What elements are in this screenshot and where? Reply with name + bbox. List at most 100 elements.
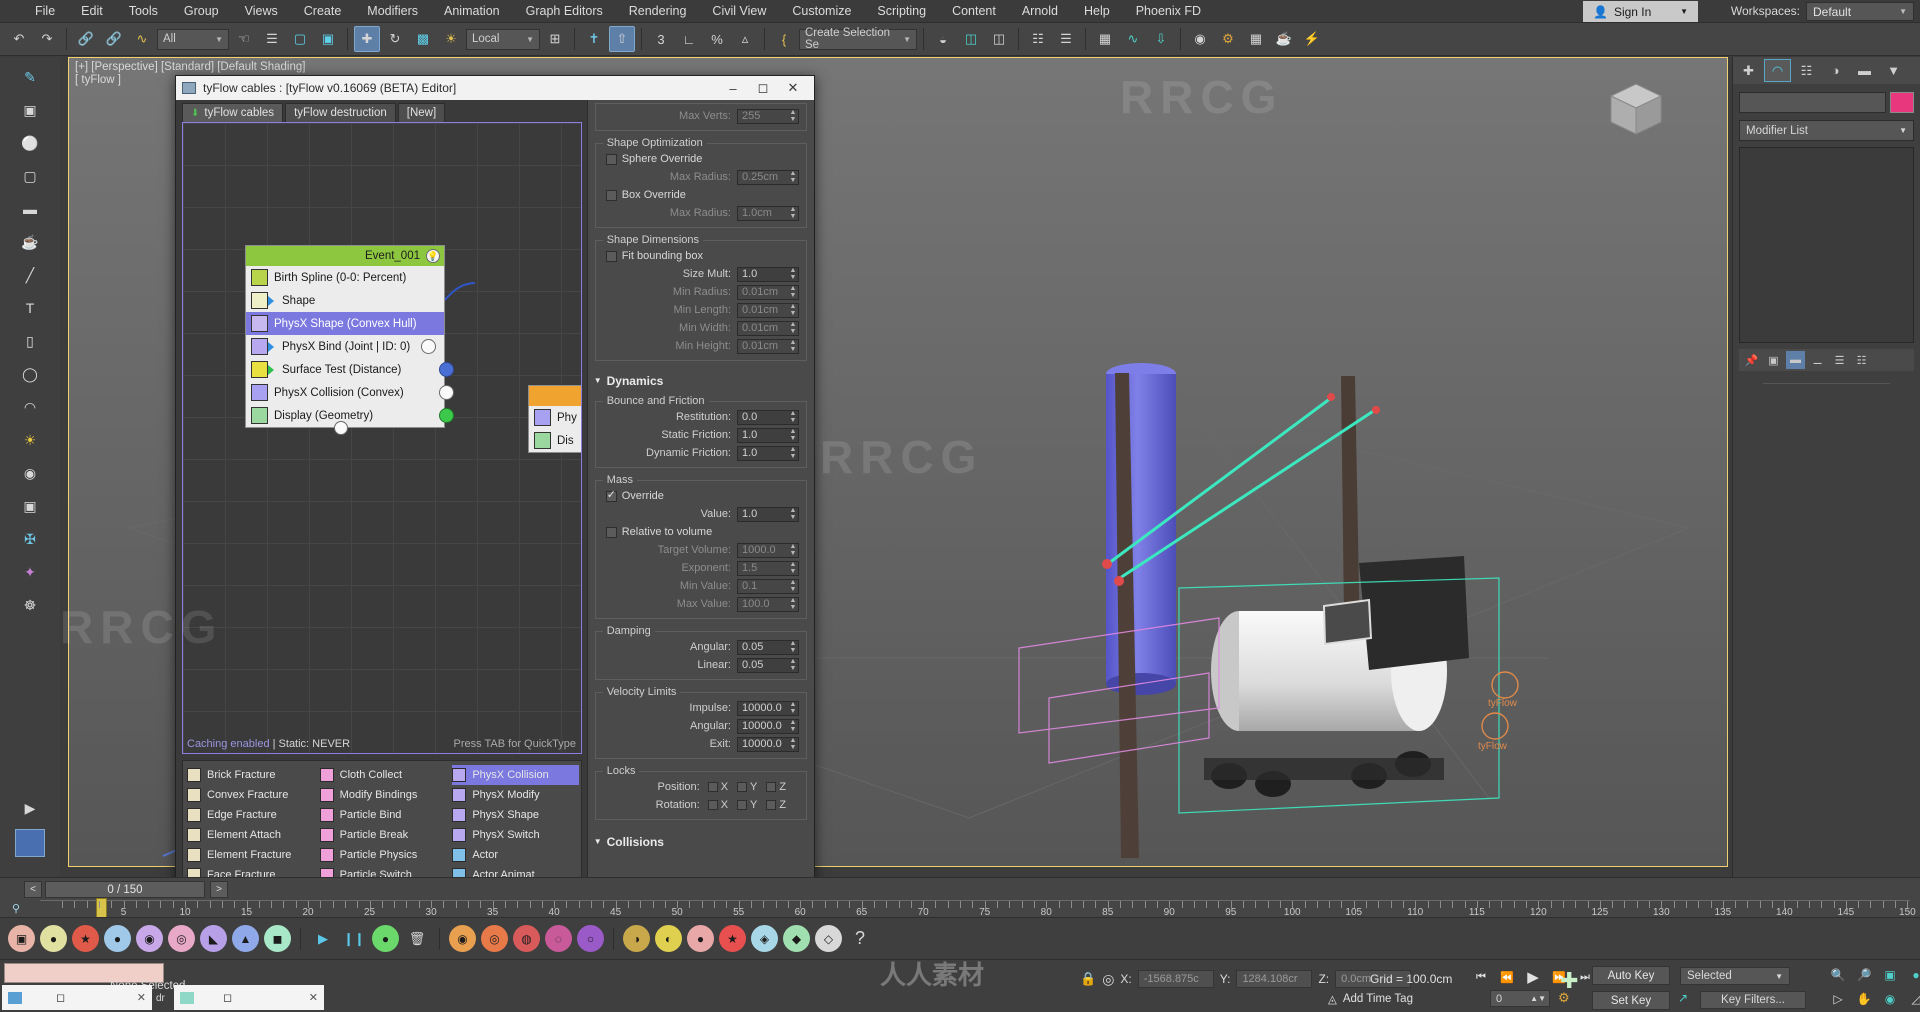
op-physx-collision[interactable]: PhysX Collision <box>452 765 580 785</box>
rect-select-region-icon[interactable]: ▢ <box>287 26 313 52</box>
tool-icon-8[interactable]: ▲ <box>232 925 259 952</box>
operator-shape[interactable]: Shape <box>246 289 444 312</box>
row-min-radius[interactable]: Min Radius: 0.01cm ▲ ▼ <box>596 283 806 301</box>
op-physx-shape[interactable]: PhysX Shape <box>452 805 579 825</box>
select-and-manipulate-icon[interactable]: ⇧ <box>609 26 635 52</box>
spinner-arrows-icon[interactable]: ▲▼ <box>789 446 798 460</box>
row-box-override[interactable]: Box Override <box>596 186 806 204</box>
param-spinner[interactable]: 1.0 ▲ ▼ <box>737 445 799 461</box>
op-element-fracture[interactable]: Element Fracture <box>187 845 314 865</box>
spinner-arrows-icon[interactable]: ▲▼ <box>789 339 798 353</box>
op-actor[interactable]: Actor <box>452 845 579 865</box>
tyflow-editor-window[interactable]: tyFlow cables : [tyFlow v0.16069 (BETA) … <box>175 75 815 955</box>
row-impulse[interactable]: Impulse: 10000.0 ▲ ▼ <box>596 699 806 717</box>
event-node-001[interactable]: Event_001 💡 Birth Spline (0-0: Percent) … <box>245 245 454 435</box>
prev-frame-icon[interactable]: ⏪ <box>1496 968 1518 986</box>
lock-rotation-z[interactable]: Z <box>766 799 786 811</box>
box-override-checkbox[interactable] <box>605 189 617 201</box>
tool-icon-5[interactable]: ◉ <box>136 925 163 952</box>
op-physx-modify[interactable]: PhysX Modify <box>452 785 579 805</box>
tyflow-node-graph[interactable]: Event_001 💡 Birth Spline (0-0: Percent) … <box>182 122 582 754</box>
param-spinner[interactable]: 0.01cm ▲ ▼ <box>737 284 799 300</box>
row-mass-value[interactable]: Value: 1.0 ▲ ▼ <box>596 505 806 523</box>
restore-icon[interactable]: ◻ <box>223 991 232 1004</box>
rollout-collisions-header[interactable]: ▼ Collisions <box>587 832 814 851</box>
named-selection-set-combo[interactable]: Create Selection Se ▼ <box>799 27 917 51</box>
spinner-arrows-icon[interactable]: ▲▼ <box>789 267 798 281</box>
create-sphere-icon[interactable]: ⚪ <box>17 131 43 155</box>
key-mode-combo[interactable]: Selected ▼ <box>1680 967 1790 985</box>
object-paint-icon[interactable]: ✎ <box>17 65 43 89</box>
light-target-icon[interactable]: ◉ <box>17 461 43 485</box>
zoom-icon[interactable]: 🔍 <box>1826 964 1850 986</box>
output-port[interactable] <box>439 362 454 377</box>
tyflow-title-bar[interactable]: tyFlow cables : [tyFlow v0.16069 (BETA) … <box>176 76 814 100</box>
spinner-arrows-icon[interactable]: ▲▼ <box>789 579 798 593</box>
spinner-arrows-icon[interactable]: ▲▼ <box>789 109 798 123</box>
placement-tool-icon[interactable]: ☀ <box>438 26 464 52</box>
lock-position-y[interactable]: Y <box>737 781 757 793</box>
edit-named-selection-icon[interactable]: { <box>771 26 797 52</box>
param-spinner[interactable]: 100.0 ▲ ▼ <box>737 596 799 612</box>
motion-tab-icon[interactable]: ◑ <box>1822 59 1849 82</box>
row-static-friction[interactable]: Static Friction: 1.0 ▲ ▼ <box>596 426 806 444</box>
spinner-arrows-icon[interactable]: ▲▼ <box>789 640 798 654</box>
prev-frame-button[interactable]: < <box>24 881 42 898</box>
param-spinner[interactable]: 0.0 ▲ ▼ <box>737 409 799 425</box>
row-exponent[interactable]: Exponent: 1.5 ▲ ▼ <box>596 559 806 577</box>
tool-icon-14[interactable]: ◌ <box>545 925 572 952</box>
render-setup-icon[interactable]: ⚙ <box>1215 26 1241 52</box>
menu-modifiers[interactable]: Modifiers <box>354 1 431 21</box>
schematic-view-icon[interactable]: ⇩ <box>1148 26 1174 52</box>
align-icon[interactable]: ◫ <box>958 26 984 52</box>
row-damping-angular[interactable]: Angular: 0.05 ▲ ▼ <box>596 638 806 656</box>
menu-customize[interactable]: Customize <box>779 1 864 21</box>
menu-group[interactable]: Group <box>171 1 232 21</box>
spinner-arrows-icon[interactable]: ▲▼ <box>789 561 798 575</box>
zoom-all-icon[interactable]: 🔎 <box>1852 964 1876 986</box>
snaps-3d-icon[interactable]: 3 <box>648 26 674 52</box>
layer-explorer-icon[interactable]: ◫ <box>986 26 1012 52</box>
row-sphere-override[interactable]: Sphere Override <box>596 150 806 168</box>
row-mass-override[interactable]: Override <box>596 487 806 505</box>
unlink-icon[interactable]: 🔗 <box>101 26 127 52</box>
camera-icon[interactable]: ▣ <box>17 494 43 518</box>
tool-icon-18[interactable]: ● <box>687 925 714 952</box>
redo-icon[interactable]: ↷ <box>34 26 60 52</box>
make-unique-icon[interactable]: ▬ <box>1786 351 1805 369</box>
menu-scripting[interactable]: Scripting <box>864 1 939 21</box>
track-bar-ruler[interactable]: 5 10 15 20 25 30 35 40 45 50 55 60 65 70 75 80 85 90 95 100… <box>40 898 1916 918</box>
row-damping-linear[interactable]: Linear: 0.05 ▲ ▼ <box>596 656 806 674</box>
select-and-rotate-icon[interactable]: ↻ <box>382 26 408 52</box>
create-circle-icon[interactable]: ◯ <box>17 362 43 386</box>
param-spinner[interactable]: 10000.0 ▲ ▼ <box>737 700 799 716</box>
spinner-arrows-icon[interactable]: ▲▼ <box>789 507 798 521</box>
link-icon[interactable]: 🔗 <box>73 26 99 52</box>
play-animation-icon[interactable]: ▶ <box>17 796 43 820</box>
angle-snap-icon[interactable]: ∟ <box>676 26 702 52</box>
param-spinner[interactable]: 1000.0 ▲ ▼ <box>737 542 799 558</box>
next-frame-button[interactable]: > <box>210 881 228 898</box>
menu-arnold[interactable]: Arnold <box>1009 1 1071 21</box>
menu-views[interactable]: Views <box>232 1 291 21</box>
create-text-icon[interactable]: T <box>17 296 43 320</box>
pin-stack-icon[interactable]: 📌 <box>1742 351 1761 369</box>
snaps-toggle-icon[interactable]: ✝ <box>581 26 607 52</box>
row-exit[interactable]: Exit: 10000.0 ▲ ▼ <box>596 735 806 753</box>
menu-graph-editors[interactable]: Graph Editors <box>513 1 616 21</box>
render-production-icon[interactable]: ☕ <box>1271 26 1297 52</box>
row-max-value[interactable]: Max Value: 100.0 ▲ ▼ <box>596 595 806 613</box>
param-spinner[interactable]: 0.01cm ▲ ▼ <box>737 302 799 318</box>
frame-display-field[interactable]: 0 / 150 <box>45 881 205 898</box>
event-node-002[interactable]: Phy Dis <box>528 385 581 453</box>
param-spinner[interactable]: 1.5 ▲ ▼ <box>737 560 799 576</box>
tool-icon-1[interactable]: ▣ <box>8 925 35 952</box>
select-and-scale-icon[interactable]: ▩ <box>410 26 436 52</box>
output-port[interactable] <box>439 408 454 423</box>
operator-physx[interactable]: Phy <box>529 406 581 429</box>
close-icon[interactable]: ✕ <box>778 76 808 100</box>
use-pivot-center-icon[interactable]: ⊞ <box>542 26 568 52</box>
systems-icon[interactable]: ☸ <box>17 593 43 617</box>
param-spinner[interactable]: 10000.0 ▲ ▼ <box>737 736 799 752</box>
op-edge-fracture[interactable]: Edge Fracture <box>187 805 314 825</box>
